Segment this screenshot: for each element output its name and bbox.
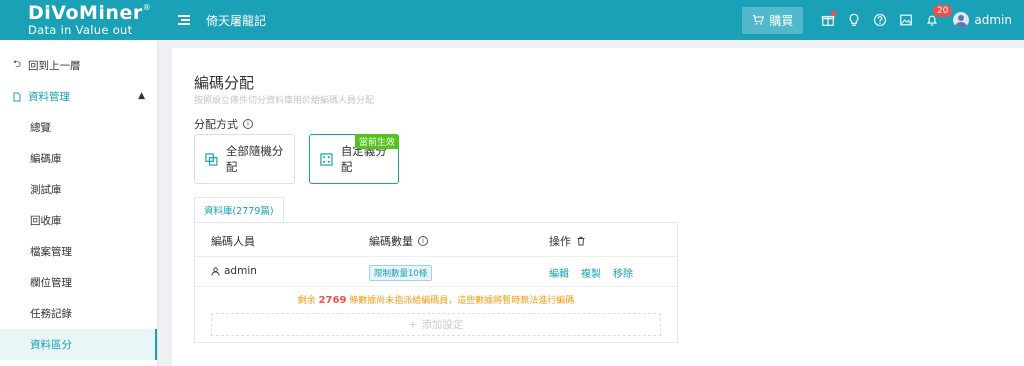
page-title: 編碼分配: [194, 74, 255, 92]
distribution-method-label: 分配方式 i: [194, 116, 253, 132]
sidebar-group-label: 資料管理: [28, 91, 70, 103]
sidebar-item-label: 測試庫: [30, 184, 62, 196]
count-cell: 限制數量10條: [369, 265, 433, 281]
col-ops: 操作: [549, 233, 586, 249]
sidebar-back[interactable]: ⮌ 回到上一層: [0, 50, 157, 81]
sidebar-item-label: 欄位管理: [30, 277, 72, 289]
user-menu[interactable]: admin: [953, 12, 1012, 28]
username: admin: [974, 13, 1012, 27]
assignment-panel: 編碼人員 編碼數量 i 操作 admin 限制數量10條 編輯 複製 移除 剩余…: [194, 222, 678, 343]
table-header: 編碼人員 編碼數量 i 操作: [195, 223, 677, 257]
notification-badge: 20: [932, 5, 953, 17]
unassigned-notice: 剩余 2769 條數據尚未指派給編碼員，這些數據將暫時無法進行編碼: [195, 293, 677, 306]
remove-link[interactable]: 移除: [613, 265, 633, 280]
gift-notification-dot: [831, 11, 837, 16]
add-setting-button[interactable]: + 添加設定: [211, 313, 661, 336]
edit-link[interactable]: 編輯: [549, 265, 569, 280]
sidebar-item-label: 總覽: [30, 122, 51, 134]
col-count-label: 編碼數量: [369, 235, 413, 248]
notice-count: 2769: [318, 295, 347, 306]
sidebar-item-label: 任務記錄: [30, 308, 72, 320]
top-bar: DiVoMiner® Data in Value out 倚天屠龍記 購買 20: [0, 0, 1024, 40]
cart-icon: [753, 14, 765, 25]
grid-settings-icon: [320, 152, 333, 166]
logo-registered-mark: ®: [142, 3, 152, 12]
logo-brand: DiVoMiner: [28, 2, 143, 24]
sidebar-item-file-management[interactable]: 檔案管理: [0, 236, 157, 267]
top-right-toolbar: 購買 20 admin: [742, 0, 1024, 40]
notice-suffix: 條數據尚未指派給編碼員，這些數據將暫時無法進行編碼: [349, 296, 575, 306]
sidebar-item-recycle-bin[interactable]: 回收庫: [0, 205, 157, 236]
sidebar-item-task-log[interactable]: 任務記錄: [0, 298, 157, 329]
col-coder-label: 編碼人員: [211, 235, 255, 248]
buy-label: 購買: [769, 13, 794, 28]
trash-icon[interactable]: [576, 236, 586, 246]
current-active-badge: 當前生效: [354, 134, 399, 149]
avatar: [953, 12, 970, 28]
chevron-up-icon: ▲: [138, 91, 145, 101]
bell-icon[interactable]: 20: [919, 5, 953, 33]
user-icon: [211, 266, 220, 276]
random-distribution-card[interactable]: 全部隨機分配: [194, 134, 295, 184]
sidebar-item-data-partition[interactable]: 資料區分: [0, 329, 157, 360]
sidebar-group-data-management[interactable]: 資料管理 ▲: [0, 81, 157, 112]
custom-distribution-card[interactable]: 自定義分配 當前生效: [309, 134, 399, 184]
col-coder: 編碼人員: [211, 233, 255, 249]
notice-prefix: 剩余: [297, 296, 316, 306]
coder-name: admin: [224, 265, 257, 277]
menu-icon[interactable]: [178, 13, 192, 27]
sidebar-item-label: 編碼庫: [30, 153, 62, 165]
sidebar-item-coding-library[interactable]: 編碼庫: [0, 143, 157, 174]
add-setting-label: 添加設定: [421, 319, 464, 331]
logo-tagline: Data in Value out: [28, 23, 133, 37]
image-icon[interactable]: [893, 7, 919, 33]
logo[interactable]: DiVoMiner® Data in Value out: [0, 0, 160, 40]
sidebar-item-test-library[interactable]: 測試庫: [0, 174, 157, 205]
info-icon[interactable]: i: [418, 236, 428, 246]
sidebar-item-label: 檔案管理: [30, 246, 72, 258]
gift-icon[interactable]: [815, 7, 841, 33]
bulb-icon[interactable]: [841, 7, 867, 33]
sidebar-item-label: 回收庫: [30, 215, 62, 227]
project-title: 倚天屠龍記: [206, 13, 267, 28]
col-ops-label: 操作: [549, 235, 571, 248]
copy-link[interactable]: 複製: [581, 265, 601, 280]
sidebar: ⮌ 回到上一層 資料管理 ▲ 總覽 編碼庫 測試庫 回收庫 檔案管理 欄位管理 …: [0, 40, 158, 366]
help-icon[interactable]: [867, 7, 893, 33]
plus-icon: +: [408, 318, 418, 331]
tab-database[interactable]: 資料庫(2779篇): [194, 197, 284, 222]
limit-tag[interactable]: 限制數量10條: [369, 265, 433, 281]
document-icon: [12, 92, 22, 102]
sidebar-item-label: 資料區分: [30, 339, 72, 351]
table-row: admin 限制數量10條 編輯 複製 移除: [195, 257, 677, 287]
sidebar-item-field-management[interactable]: 欄位管理: [0, 267, 157, 298]
sidebar-back-label: 回到上一層: [28, 60, 81, 72]
buy-button[interactable]: 購買: [742, 6, 804, 34]
ops-cell: 編輯 複製 移除: [549, 265, 641, 280]
main-content: 編碼分配 按照設立條件切分資料庫用於給編碼人員分配 分配方式 i 全部隨機分配 …: [172, 48, 1024, 366]
copy-squares-icon: [205, 152, 218, 166]
distribution-method-text: 分配方式: [194, 118, 238, 131]
page-subtitle: 按照設立條件切分資料庫用於給編碼人員分配: [194, 96, 375, 106]
coder-cell: admin: [211, 265, 257, 277]
back-arrow-icon: ⮌: [12, 59, 21, 70]
sidebar-item-overview[interactable]: 總覽: [0, 112, 157, 143]
col-count: 編碼數量 i: [369, 233, 428, 249]
info-icon[interactable]: i: [243, 119, 253, 129]
random-distribution-label: 全部隨機分配: [225, 144, 284, 174]
